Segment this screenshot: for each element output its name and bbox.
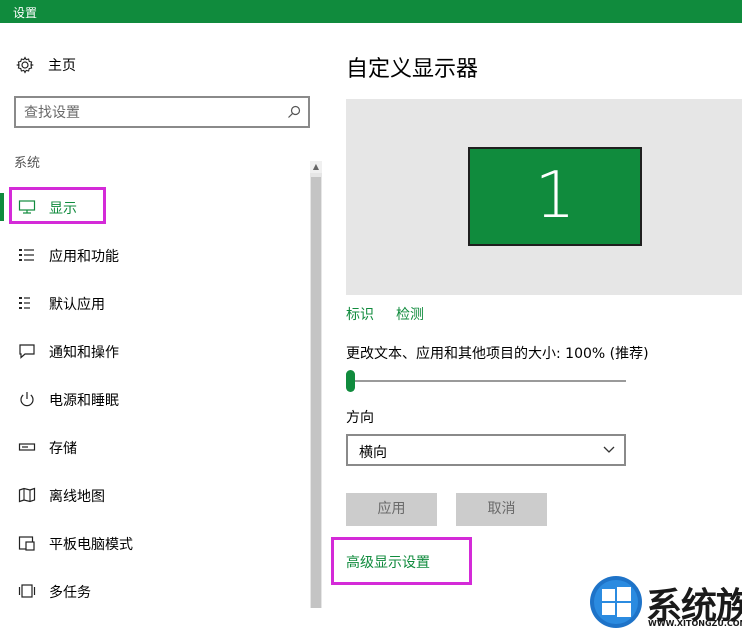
scrollbar-thumb[interactable]	[311, 177, 321, 608]
search-input[interactable]	[24, 104, 274, 122]
sidebar-item-label: 存储	[49, 441, 77, 457]
power-icon	[20, 392, 34, 407]
sidebar-item-label: 离线地图	[49, 489, 105, 505]
sidebar-item-storage[interactable]: 存储	[0, 427, 300, 467]
sidebar-item-offline-maps[interactable]: 离线地图	[0, 475, 300, 515]
search-icon[interactable]	[286, 104, 302, 120]
scroll-up-arrow-icon[interactable]: ▲	[310, 161, 322, 173]
multitask-icon	[18, 584, 36, 598]
sidebar-item-label: 默认应用	[49, 297, 105, 313]
window-title: 设置	[13, 6, 38, 20]
highlight-box-display	[9, 187, 106, 224]
sidebar-item-label: 平板电脑模式	[49, 537, 133, 553]
orientation-value: 横向	[359, 445, 387, 461]
scale-slider-thumb[interactable]	[346, 370, 355, 392]
sidebar-item-label: 通知和操作	[49, 345, 119, 361]
notification-icon	[19, 344, 35, 359]
gear-icon	[16, 56, 34, 74]
section-label-system: 系统	[14, 156, 41, 171]
scale-label: 更改文本、应用和其他项目的大小: 100% (推荐)	[346, 346, 649, 362]
monitor-tile[interactable]: 1	[468, 147, 642, 246]
active-indicator	[0, 193, 4, 221]
tablet-icon	[18, 536, 35, 551]
sidebar-item-power-sleep[interactable]: 电源和睡眠	[0, 379, 300, 419]
sidebar-item-tablet-mode[interactable]: 平板电脑模式	[0, 523, 300, 563]
orientation-label: 方向	[346, 410, 374, 426]
identify-link[interactable]: 标识	[346, 304, 374, 324]
scale-slider-track[interactable]	[346, 380, 626, 382]
sidebar-item-default-apps[interactable]: 默认应用	[0, 283, 300, 323]
list-icon	[19, 249, 34, 261]
sidebar-item-apps-features[interactable]: 应用和功能	[0, 235, 300, 275]
apply-button[interactable]: 应用	[346, 493, 437, 526]
search-box[interactable]	[14, 96, 310, 128]
chevron-down-icon	[603, 446, 615, 453]
watermark-logo: 系统族 WWW.XITONGZU.COM	[588, 574, 742, 631]
home-label: 主页	[48, 58, 76, 74]
page-title: 自定义显示器	[346, 57, 479, 82]
default-apps-icon	[19, 297, 30, 309]
detect-link[interactable]: 检测	[396, 304, 424, 324]
sidebar-item-multitasking[interactable]: 多任务	[0, 571, 300, 611]
windows-logo-icon	[590, 576, 642, 628]
map-icon	[18, 487, 36, 503]
title-bar: 设置	[0, 0, 742, 23]
cancel-button[interactable]: 取消	[456, 493, 547, 526]
home-link[interactable]: 主页	[16, 55, 76, 75]
orientation-dropdown[interactable]: 横向	[346, 434, 626, 466]
storage-icon	[18, 443, 36, 451]
sidebar-item-label: 电源和睡眠	[49, 393, 119, 409]
sidebar-item-label: 应用和功能	[49, 249, 119, 265]
advanced-display-settings-link[interactable]: 高级显示设置	[346, 552, 430, 572]
sidebar-item-label: 多任务	[49, 585, 91, 601]
watermark-url: WWW.XITONGZU.COM	[648, 619, 742, 628]
sidebar-item-notifications[interactable]: 通知和操作	[0, 331, 300, 371]
monitor-number: 1	[534, 159, 576, 233]
